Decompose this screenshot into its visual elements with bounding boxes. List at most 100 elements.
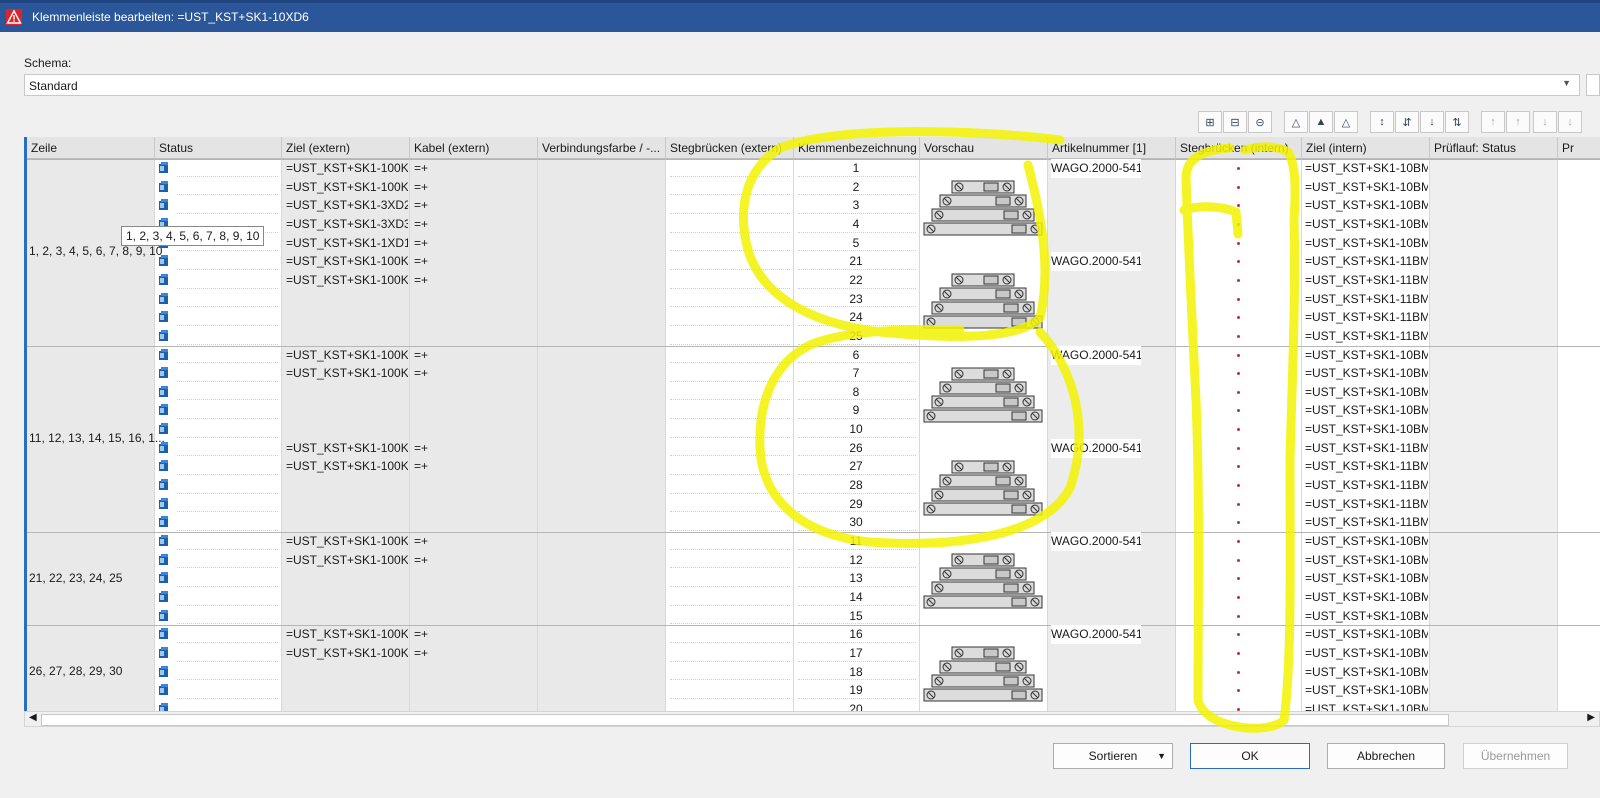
apply-button[interactable]: Übernehmen (1463, 743, 1568, 769)
toolbar-button[interactable]: △ (1284, 111, 1308, 133)
ziel-intern-cell[interactable]: =UST_KST+SK1-11BM... (1305, 495, 1428, 514)
bridge-dot[interactable] (1237, 278, 1240, 282)
ziel-intern-cell[interactable]: =UST_KST+SK1-11BM... (1305, 271, 1428, 290)
bridge-dot[interactable] (1237, 446, 1240, 450)
toolbar-button[interactable]: ⊟ (1223, 111, 1247, 133)
kabel-extern-cell[interactable]: =+ (414, 625, 536, 644)
klemmenbezeichnung-cell[interactable]: 28 (794, 476, 918, 495)
toolbar-button[interactable]: ↓ (1558, 111, 1582, 133)
scrollbar-thumb[interactable] (41, 714, 1449, 726)
ziel-extern-cell[interactable]: =UST_KST+SK1-100K... (286, 159, 408, 178)
ziel-intern-cell[interactable]: =UST_KST+SK1-10BM... (1305, 401, 1428, 420)
toolbar-button[interactable]: ↓ (1420, 111, 1444, 133)
ziel-intern-cell[interactable]: =UST_KST+SK1-10BM... (1305, 234, 1428, 253)
ziel-extern-cell[interactable]: =UST_KST+SK1-100K... (286, 551, 408, 570)
bridge-dot[interactable] (1237, 241, 1240, 245)
bridge-dot[interactable] (1237, 670, 1240, 674)
bridge-dot[interactable] (1237, 558, 1240, 562)
ziel-intern-cell[interactable]: =UST_KST+SK1-10BM... (1305, 159, 1428, 178)
klemmenbezeichnung-cell[interactable]: 26 (794, 439, 918, 458)
ziel-intern-cell[interactable]: =UST_KST+SK1-10BM... (1305, 644, 1428, 663)
artikelnummer-cell[interactable]: WAGO.2000-5417 (1051, 252, 1141, 272)
klemmenbezeichnung-cell[interactable]: 13 (794, 569, 918, 588)
bridge-dot[interactable] (1237, 353, 1240, 357)
bridge-dot[interactable] (1237, 595, 1240, 599)
kabel-extern-cell[interactable]: =+ (414, 551, 536, 570)
kabel-extern-cell[interactable]: =+ (414, 271, 536, 290)
ziel-extern-cell[interactable]: =UST_KST+SK1-100K... (286, 532, 408, 551)
klemmenbezeichnung-cell[interactable]: 12 (794, 551, 918, 570)
kabel-extern-cell[interactable]: =+ (414, 532, 536, 551)
ziel-extern-cell[interactable]: =UST_KST+SK1-3XD3:2 (286, 215, 408, 234)
bridge-dot[interactable] (1237, 502, 1240, 506)
toolbar-button[interactable]: ⊝ (1248, 111, 1272, 133)
ziel-intern-cell[interactable]: =UST_KST+SK1-11BM... (1305, 252, 1428, 271)
kabel-extern-cell[interactable]: =+ (414, 252, 536, 271)
bridge-dot[interactable] (1237, 222, 1240, 226)
kabel-extern-cell[interactable]: =+ (414, 178, 536, 197)
bridge-dot[interactable] (1237, 167, 1240, 170)
ziel-intern-cell[interactable]: =UST_KST+SK1-11BM... (1305, 327, 1428, 346)
kabel-extern-cell[interactable]: =+ (414, 346, 536, 365)
klemmenbezeichnung-cell[interactable]: 17 (794, 644, 918, 663)
klemmenbezeichnung-cell[interactable]: 15 (794, 607, 918, 626)
klemmenbezeichnung-cell[interactable]: 10 (794, 420, 918, 439)
ziel-intern-cell[interactable]: =UST_KST+SK1-10BM... (1305, 588, 1428, 607)
klemmenbezeichnung-cell[interactable]: 30 (794, 513, 918, 532)
ziel-extern-cell[interactable]: =UST_KST+SK1-100K... (286, 346, 408, 365)
ziel-intern-cell[interactable]: =UST_KST+SK1-11BM... (1305, 457, 1428, 476)
column-header[interactable]: Pr (1558, 137, 1600, 159)
ziel-intern-cell[interactable]: =UST_KST+SK1-10BM... (1305, 178, 1428, 197)
klemmenbezeichnung-cell[interactable]: 4 (794, 215, 918, 234)
artikelnummer-cell[interactable]: WAGO.2000-5417 (1051, 532, 1141, 551)
sort-button[interactable]: Sortieren ▼ (1053, 743, 1173, 769)
bridge-dot[interactable] (1237, 651, 1240, 655)
ziel-intern-cell[interactable]: =UST_KST+SK1-10BM... (1305, 420, 1428, 439)
ziel-intern-cell[interactable]: =UST_KST+SK1-10BM... (1305, 196, 1428, 215)
bridge-dot[interactable] (1237, 334, 1240, 338)
ziel-intern-cell[interactable]: =UST_KST+SK1-10BM... (1305, 346, 1428, 365)
ziel-intern-cell[interactable]: =UST_KST+SK1-11BM... (1305, 513, 1428, 532)
ziel-intern-cell[interactable]: =UST_KST+SK1-10BM... (1305, 364, 1428, 383)
ok-button[interactable]: OK (1190, 743, 1310, 769)
column-header[interactable]: Verbindungsfarbe / -... (538, 137, 666, 159)
klemmenbezeichnung-cell[interactable]: 1 (794, 159, 918, 178)
column-header[interactable]: Ziel (intern) (1302, 137, 1430, 159)
klemmenbezeichnung-cell[interactable]: 9 (794, 401, 918, 420)
column-header[interactable]: Status (155, 137, 282, 159)
toolbar-button[interactable]: ↑ (1506, 111, 1530, 133)
bridge-dot[interactable] (1237, 390, 1240, 394)
artikelnummer-cell[interactable]: WAGO.2000-5417 (1051, 625, 1141, 645)
ziel-extern-cell[interactable]: =UST_KST+SK1-100K... (286, 625, 408, 644)
kabel-extern-cell[interactable]: =+ (414, 439, 536, 458)
column-header[interactable]: Kabel (extern) (410, 137, 538, 159)
toolbar-button[interactable]: ▲ (1309, 111, 1333, 133)
artikelnummer-cell[interactable]: WAGO.2000-5417 (1051, 159, 1141, 178)
ziel-intern-cell[interactable]: =UST_KST+SK1-10BM... (1305, 663, 1428, 682)
ziel-intern-cell[interactable]: =UST_KST+SK1-10BM... (1305, 607, 1428, 626)
horizontal-scrollbar[interactable]: ◀ ▶ (24, 711, 1600, 727)
toolbar-button[interactable]: ⊞ (1198, 111, 1222, 133)
klemmenbezeichnung-cell[interactable]: 14 (794, 588, 918, 607)
artikelnummer-cell[interactable]: WAGO.2000-5417 (1051, 345, 1141, 365)
scroll-left-icon[interactable]: ◀ (29, 712, 37, 723)
ziel-intern-cell[interactable]: =UST_KST+SK1-10BM... (1305, 215, 1428, 234)
kabel-extern-cell[interactable]: =+ (414, 159, 536, 178)
ziel-extern-cell[interactable]: =UST_KST+SK1-100K... (286, 439, 408, 458)
column-header[interactable]: Stegbrücken (intern) (1176, 137, 1302, 159)
kabel-extern-cell[interactable]: =+ (414, 644, 536, 663)
klemmenbezeichnung-cell[interactable]: 3 (794, 196, 918, 215)
schema-dropdown[interactable]: Standard ▼ (24, 74, 1580, 96)
artikelnummer-cell[interactable]: WAGO.2000-5417 (1051, 438, 1141, 458)
klemmenbezeichnung-cell[interactable]: 8 (794, 383, 918, 402)
column-header[interactable]: Artikelnummer [1] (1048, 137, 1176, 159)
klemmenbezeichnung-cell[interactable]: 11 (794, 532, 918, 551)
ziel-intern-cell[interactable]: =UST_KST+SK1-10BM... (1305, 681, 1428, 700)
ziel-extern-cell[interactable]: =UST_KST+SK1-1XD1:... (286, 234, 408, 253)
ziel-extern-cell[interactable]: =UST_KST+SK1-100K... (286, 644, 408, 663)
ziel-intern-cell[interactable]: =UST_KST+SK1-10BM... (1305, 569, 1428, 588)
kabel-extern-cell[interactable]: =+ (414, 457, 536, 476)
klemmenbezeichnung-cell[interactable]: 16 (794, 625, 918, 644)
bridge-dot[interactable] (1237, 297, 1240, 301)
ziel-intern-cell[interactable]: =UST_KST+SK1-11BM... (1305, 439, 1428, 458)
